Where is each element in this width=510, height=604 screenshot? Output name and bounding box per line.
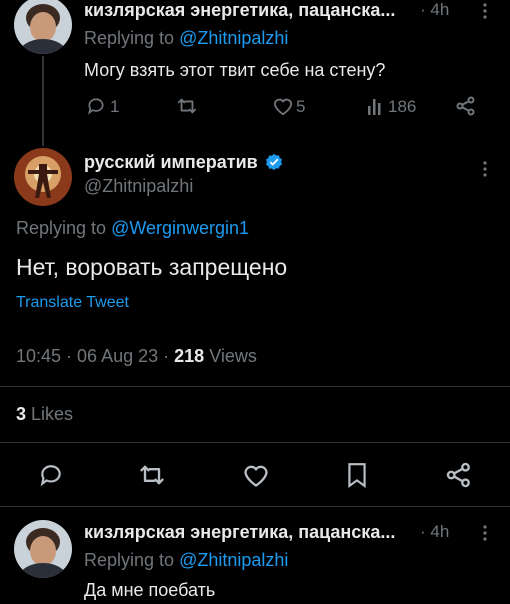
divider — [0, 442, 510, 443]
divider — [0, 386, 510, 387]
replying-handle-link[interactable]: @Werginwergin1 — [111, 218, 249, 238]
reply-icon[interactable] — [38, 462, 64, 488]
more-icon[interactable] — [478, 2, 492, 20]
tweet-meta: 10:45 · 06 Aug 23 · 218 Views — [16, 346, 257, 366]
replying-handle-link[interactable]: @Zhitnipalzhi — [179, 550, 288, 570]
reply-author-name[interactable]: кизлярская энергетика, пацанска... — [84, 522, 395, 543]
reply-text: Да мне поебать — [84, 580, 216, 600]
reply-icon[interactable] — [86, 96, 106, 116]
avatar[interactable] — [14, 520, 72, 578]
share-icon[interactable] — [446, 462, 472, 488]
tweet-text: Нет, воровать запрещено — [16, 254, 288, 280]
reply-time: · 4h — [420, 0, 450, 19]
likes-label: Likes — [31, 404, 74, 424]
replying-handle-link[interactable]: @Zhitnipalzhi — [179, 28, 288, 48]
reply-text: Могу взять этот твит себе на стену? — [84, 60, 386, 80]
replying-to: Replying to @Zhitnipalzhi — [84, 550, 288, 571]
likes-count: 3 — [16, 404, 27, 424]
thread-line — [42, 56, 44, 146]
like-icon[interactable] — [272, 96, 294, 116]
author-handle[interactable]: @Zhitnipalzhi — [84, 176, 193, 197]
reply-author-name[interactable]: кизлярская энергетика, пацанска... — [84, 0, 395, 21]
views-icon[interactable] — [366, 96, 386, 116]
views-count: 186 — [388, 97, 417, 116]
author-name-text: русский императив — [84, 152, 258, 172]
reply-count: 1 — [110, 97, 120, 116]
reply-time-value: 4h — [430, 522, 450, 541]
replying-prefix: Replying to — [84, 550, 180, 570]
retweet-icon[interactable] — [138, 462, 166, 488]
replying-prefix: Replying to — [84, 28, 180, 48]
views-count: 218 — [174, 346, 205, 366]
replying-prefix: Replying to — [16, 218, 112, 238]
more-icon[interactable] — [478, 524, 492, 542]
tweet-author-name[interactable]: русский императив — [84, 152, 283, 176]
reply-time: · 4h — [420, 522, 450, 541]
views-label: Views — [209, 346, 257, 366]
tweet-time[interactable]: 10:45 — [16, 346, 61, 366]
like-icon[interactable] — [242, 462, 270, 488]
share-icon[interactable] — [456, 96, 476, 116]
tweet-date[interactable]: 06 Aug 23 — [77, 346, 158, 366]
retweet-icon[interactable] — [176, 96, 198, 116]
verified-badge-icon — [265, 153, 283, 176]
avatar[interactable] — [14, 148, 72, 206]
likes-summary[interactable]: 3 Likes — [16, 404, 73, 425]
bookmark-icon[interactable] — [346, 462, 368, 488]
like-count: 5 — [296, 97, 306, 116]
translate-tweet-link[interactable]: Translate Tweet — [16, 294, 129, 312]
avatar[interactable] — [14, 0, 72, 54]
reply-time-value: 4h — [430, 0, 450, 19]
replying-to: Replying to @Werginwergin1 — [16, 218, 249, 239]
replying-to: Replying to @Zhitnipalzhi — [84, 28, 288, 49]
more-icon[interactable] — [478, 160, 492, 178]
divider — [0, 506, 510, 507]
